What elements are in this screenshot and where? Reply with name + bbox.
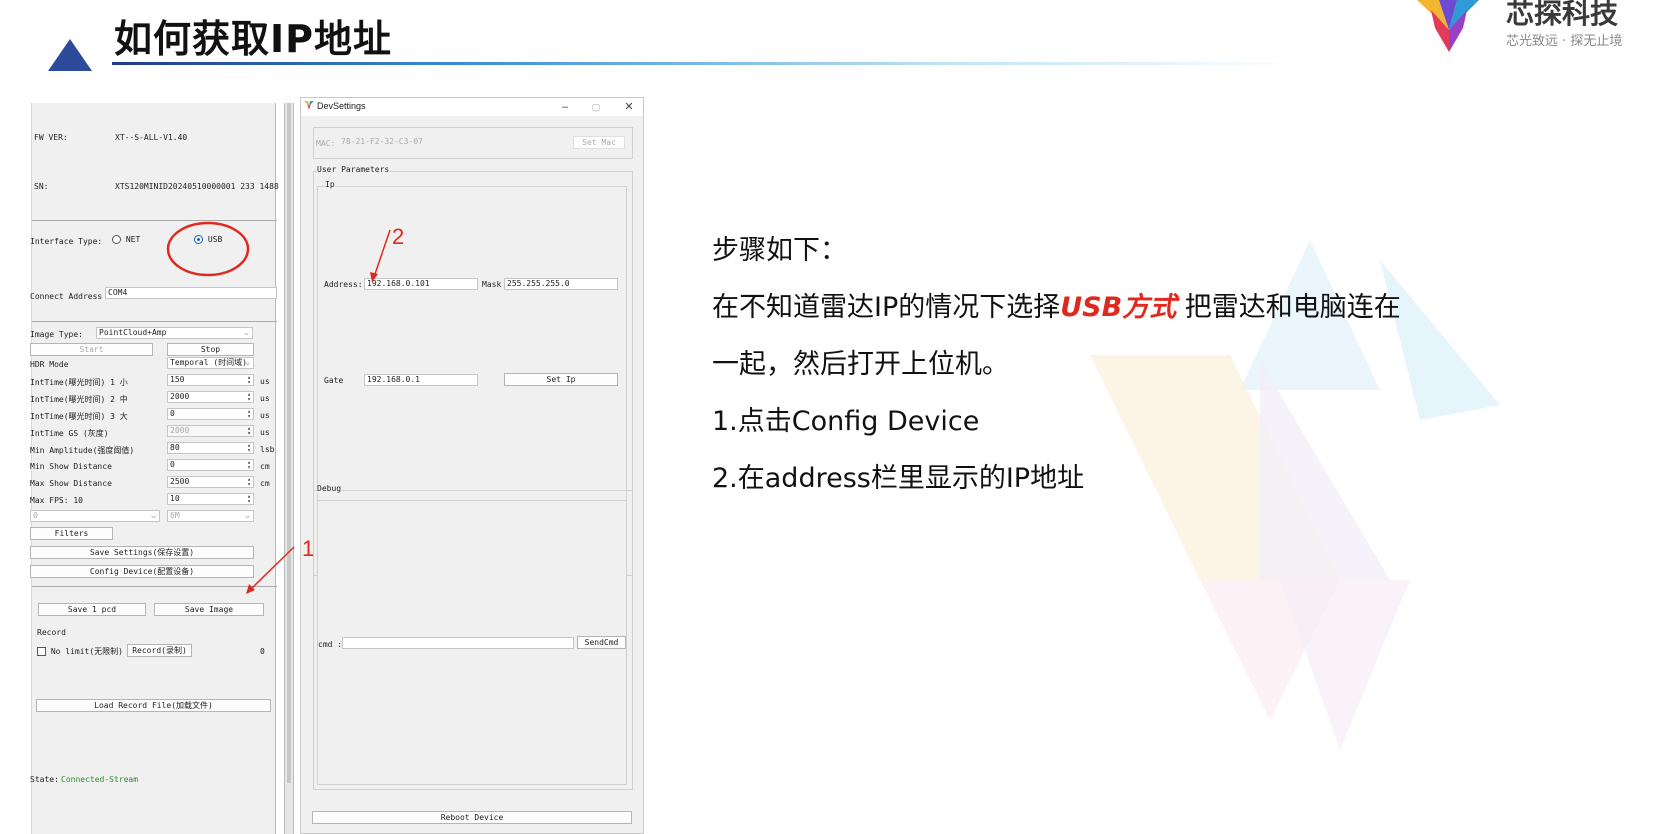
inttime2-input[interactable]: 2000 ▴ ▾ <box>167 391 254 403</box>
reboot-device-button[interactable]: Reboot Device <box>312 811 632 824</box>
app-logo-icon <box>304 101 314 110</box>
send-cmd-button[interactable]: SendCmd <box>577 636 626 649</box>
scrollbar-thumb[interactable] <box>287 103 291 783</box>
unit-us: us <box>260 411 270 420</box>
unit-us: us <box>260 394 270 403</box>
record-count: 0 <box>260 647 265 656</box>
record-group-label: Record <box>37 628 66 637</box>
mask-label: Mask <box>482 280 502 289</box>
inttime2-label: IntTime(曝光时间) 2 中 <box>30 395 128 404</box>
load-record-file-button[interactable]: Load Record File(加载文件) <box>36 699 271 712</box>
set-ip-button[interactable]: Set Ip <box>504 373 618 386</box>
panel-scrollbar[interactable] <box>284 103 294 834</box>
interface-usb-radio[interactable]: USB <box>194 235 222 244</box>
state-value: Connected-Stream <box>61 775 139 784</box>
filters-button[interactable]: Filters <box>30 527 113 540</box>
inttime-gs-input[interactable]: 2000 ▴ ▾ <box>167 425 254 437</box>
fw-version-value: XT--S-ALL-V1.40 <box>115 133 188 142</box>
inttime3-label: IntTime(曝光时间) 3 大 <box>30 412 128 421</box>
inttime1-label: IntTime(曝光时间) 1 小 <box>30 378 128 387</box>
max-show-distance-input[interactable]: 2500 ▴ ▾ <box>167 476 254 488</box>
steps-line-2: 一起，然后打开上位机。 <box>712 349 1009 380</box>
record-button[interactable]: Record(录制) <box>127 644 192 657</box>
max-fps-label: Max FPS: 10 <box>30 496 83 505</box>
usb-mode-highlight: USB方式 <box>1060 292 1177 323</box>
no-limit-checkbox[interactable]: No limit(无限制) <box>37 646 123 657</box>
unit-cm: cm <box>260 462 270 471</box>
address-field[interactable]: 192.168.0.101 <box>364 278 478 290</box>
option-a-select[interactable]: 0 ⌵ <box>30 510 160 522</box>
cmd-input[interactable] <box>342 637 574 649</box>
hdr-mode-label: HDR Mode <box>30 360 69 369</box>
state-label: State: <box>30 775 59 784</box>
step-1: 1.点击Config Device <box>712 406 980 437</box>
devsettings-window: DevSettings – ▢ ✕ MAC: 78-21-F2-32-C3-07… <box>300 97 644 834</box>
inttime1-input[interactable]: 150 ▴ ▾ <box>167 374 254 386</box>
minimize-icon[interactable]: – <box>550 98 580 116</box>
fw-version-label: FW VER: <box>34 133 68 142</box>
steps-line-1: 在不知道雷达IP的情况下选择USB方式 把雷达和电脑连在 <box>712 292 1401 323</box>
slide-title: 如何获取IP地址 <box>114 17 392 61</box>
save-pcd-button[interactable]: Save 1 pcd <box>38 603 146 616</box>
interface-net-radio[interactable]: NET <box>112 235 140 244</box>
maximize-icon[interactable]: ▢ <box>581 98 611 116</box>
unit-lsb: lsb <box>260 445 275 454</box>
save-image-button[interactable]: Save Image <box>154 603 264 616</box>
title-triangle-icon <box>48 39 92 71</box>
image-type-label: Image Type: <box>30 330 83 339</box>
close-icon[interactable]: ✕ <box>614 98 644 116</box>
unit-us: us <box>260 377 270 386</box>
image-type-select[interactable]: PointCloud+Amp ⌵ <box>96 327 253 339</box>
debug-label: Debug <box>317 484 342 493</box>
option-b-select[interactable]: 6M ⌵ <box>167 510 254 522</box>
brand-tagline: 芯光致远 · 探无止境 <box>1506 34 1623 49</box>
ip-group-label: Ip <box>325 180 335 189</box>
config-device-button[interactable]: Config Device(配置设备) <box>30 565 254 578</box>
divider <box>32 321 277 322</box>
brand-logo-icon <box>1417 0 1479 52</box>
steps-heading: 步骤如下： <box>712 235 847 266</box>
window-titlebar: DevSettings – ▢ ✕ <box>301 98 643 116</box>
user-parameters-label: User Parameters <box>317 165 390 174</box>
sn-value: XTS120MINID20240510000001 233 1488 <box>115 182 279 191</box>
divider <box>32 220 277 221</box>
connect-address-field[interactable]: COM4 <box>105 287 277 299</box>
start-button[interactable]: Start <box>30 343 153 356</box>
min-amplitude-input[interactable]: 80 ▴ ▾ <box>167 442 254 454</box>
interface-type-label: Interface Type: <box>30 237 103 246</box>
max-fps-input[interactable]: 10 ▴ ▾ <box>167 493 254 505</box>
max-show-distance-label: Max Show Distance <box>30 479 112 488</box>
title-underline <box>112 62 1302 65</box>
step-2: 2.在address栏里显示的IP地址 <box>712 463 1085 494</box>
min-show-distance-label: Min Show Distance <box>30 462 112 471</box>
unit-cm: cm <box>260 479 270 488</box>
hdr-mode-select[interactable]: Temporal (时间域) ⌵ <box>167 357 254 369</box>
save-settings-button[interactable]: Save Settings(保存设置) <box>30 546 254 559</box>
marker-1: 1 <box>302 536 315 561</box>
unit-us: us <box>260 428 270 437</box>
instruction-steps: 步骤如下： 在不知道雷达IP的情况下选择USB方式 把雷达和电脑连在 一起，然后… <box>712 222 1612 507</box>
mask-field[interactable]: 255.255.255.0 <box>504 278 618 290</box>
inttime3-input[interactable]: 0 ▴ ▾ <box>167 408 254 420</box>
mac-field[interactable]: 78-21-F2-32-C3-07 <box>339 137 567 149</box>
inttime-gs-label: IntTime GS (灰度) <box>30 429 109 438</box>
gate-label: Gate <box>324 376 344 385</box>
connect-address-label: Connect Address : <box>30 292 112 301</box>
host-app-panel: FW VER: XT--S-ALL-V1.40 SN: XTS120MINID2… <box>30 103 279 834</box>
gate-field[interactable]: 192.168.0.1 <box>364 374 478 386</box>
stop-button[interactable]: Stop <box>167 343 254 356</box>
divider <box>32 586 277 587</box>
min-amplitude-label: Min Amplitude(强度阈值) <box>30 446 135 455</box>
mac-label: MAC: <box>316 139 336 148</box>
marker-2: 2 <box>392 224 405 249</box>
min-show-distance-input[interactable]: 0 ▴ ▾ <box>167 459 254 471</box>
address-label: Address: <box>324 280 363 289</box>
set-mac-button[interactable]: Set Mac <box>573 136 625 149</box>
cmd-label: cmd : <box>318 640 343 649</box>
brand-name: 芯探科技 <box>1506 0 1619 30</box>
window-title: DevSettings <box>317 101 366 111</box>
sn-label: SN: <box>34 182 49 191</box>
